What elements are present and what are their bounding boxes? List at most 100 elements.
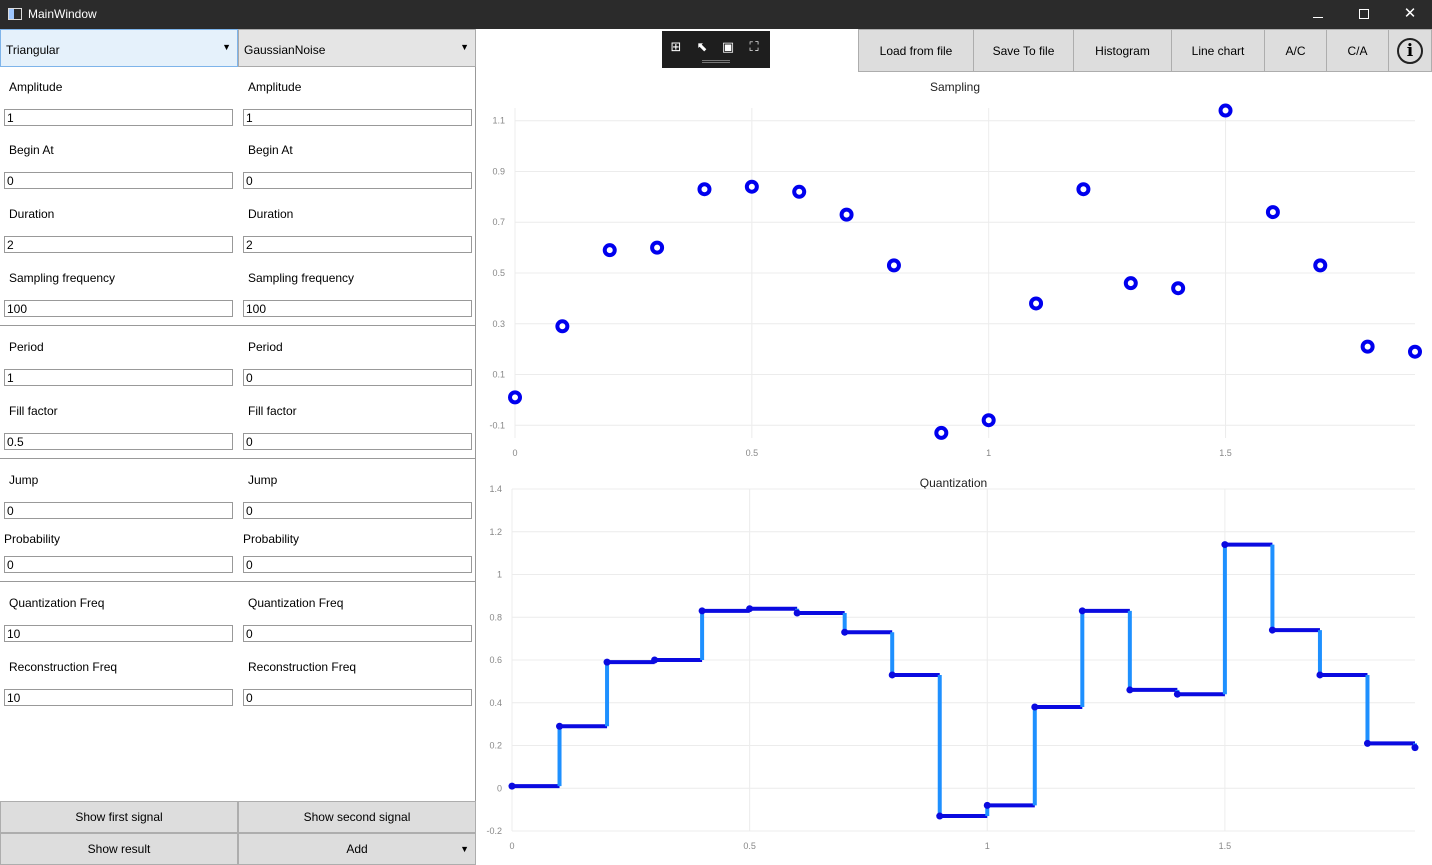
jump-field-1[interactable]: 0 <box>4 502 233 519</box>
duration-label-1: Duration <box>9 207 55 221</box>
minimize-button[interactable] <box>1295 0 1341 29</box>
quantization-freq-field-1[interactable]: 10 <box>4 625 233 642</box>
data-point <box>839 207 854 222</box>
minimize-icon <box>1313 17 1323 18</box>
sampling-chart: Sampling 0 0.5 1 1.5 -0.1 0.1 0.3 0.5 0.7 0.9 1.1 <box>489 80 1422 458</box>
chart-tool-palette: ⊞ ⬉ ▣ ⛶ <box>662 31 770 68</box>
data-point <box>508 782 516 790</box>
jump-field-2[interactable]: 0 <box>243 502 472 519</box>
x-tick-label: 1 <box>985 841 990 851</box>
y-tick-label: 0.3 <box>492 319 505 329</box>
info-button[interactable]: i <box>1388 29 1432 72</box>
line-chart-button[interactable]: Line chart <box>1171 29 1265 72</box>
duration-field-2[interactable]: 2 <box>243 236 472 253</box>
data-point <box>792 184 807 199</box>
sampling-frequency-label-2: Sampling frequency <box>248 271 355 285</box>
add-view-icon[interactable]: ⊞ <box>668 39 684 55</box>
palette-grip[interactable] <box>702 60 730 63</box>
maximize-button[interactable] <box>1341 0 1387 29</box>
reconstruction-freq-field-1[interactable]: 10 <box>4 689 233 706</box>
title-bar: MainWindow ✕ <box>0 0 1432 29</box>
fill-factor-field-2[interactable]: 0 <box>243 433 472 450</box>
period-label-2: Period <box>248 340 283 354</box>
save-to-file-button[interactable]: Save To file <box>973 29 1074 72</box>
chevron-down-icon: ▼ <box>222 42 231 52</box>
probability-field-1[interactable]: 0 <box>4 556 233 573</box>
data-point <box>793 609 801 617</box>
data-point <box>746 605 754 613</box>
fill-factor-label-2: Fill factor <box>248 404 297 418</box>
data-point <box>936 812 944 820</box>
probability-field-2[interactable]: 0 <box>243 556 472 573</box>
reset-view-icon[interactable]: ▣ <box>720 39 736 55</box>
jump-label-1: Jump <box>9 473 39 487</box>
signal-parameters-panel: Triangular ▼ GaussianNoise ▼ Amplitude A… <box>0 29 476 865</box>
data-point <box>1221 541 1229 549</box>
data-point <box>1029 296 1044 311</box>
data-point <box>1173 690 1181 698</box>
data-point <box>934 425 949 440</box>
show-first-signal-button[interactable]: Show first signal <box>0 801 238 833</box>
duration-field-1[interactable]: 2 <box>4 236 233 253</box>
begin-at-field-2[interactable]: 0 <box>243 172 472 189</box>
reconstruction-freq-label-2: Reconstruction Freq <box>248 660 357 674</box>
first-signal-type-value: Triangular <box>6 43 60 57</box>
y-tick-label: 0.6 <box>489 655 502 665</box>
x-tick-label: 0 <box>512 448 517 458</box>
x-tick-label: 0 <box>509 841 514 851</box>
close-button[interactable]: ✕ <box>1387 0 1432 29</box>
begin-at-label-1: Begin At <box>9 143 54 157</box>
jump-label-2: Jump <box>248 473 278 487</box>
data-point <box>1031 703 1039 711</box>
data-point <box>1411 744 1419 752</box>
y-tick-label: 0 <box>497 783 502 793</box>
select-cursor-icon[interactable]: ⬉ <box>694 39 710 55</box>
ac-button[interactable]: A/C <box>1264 29 1327 72</box>
begin-at-label-2: Begin At <box>248 143 293 157</box>
period-label-1: Period <box>9 340 44 354</box>
ca-button[interactable]: C/A <box>1326 29 1389 72</box>
maximize-icon <box>1359 9 1369 19</box>
second-signal-type-select[interactable]: GaussianNoise ▼ <box>238 29 476 67</box>
quantization-freq-field-2[interactable]: 0 <box>243 625 472 642</box>
data-point <box>1123 276 1138 291</box>
reconstruction-freq-field-2[interactable]: 0 <box>243 689 472 706</box>
data-point <box>555 319 570 334</box>
amplitude-field-1[interactable]: 1 <box>4 109 233 126</box>
sampling-frequency-field-1[interactable]: 100 <box>4 300 233 317</box>
operation-select[interactable]: Add ▼ <box>238 833 476 865</box>
x-tick-label: 1 <box>986 448 991 458</box>
data-point <box>1218 103 1233 118</box>
data-point <box>1316 671 1324 679</box>
sampling-frequency-field-2[interactable]: 100 <box>243 300 472 317</box>
y-tick-label: 0.9 <box>492 166 505 176</box>
app-window-icon <box>8 8 22 20</box>
data-point <box>1360 339 1375 354</box>
operation-value: Add <box>346 842 368 856</box>
begin-at-field-1[interactable]: 0 <box>4 172 233 189</box>
data-point <box>841 628 849 636</box>
y-tick-label: 1 <box>497 570 502 580</box>
period-field-2[interactable]: 0 <box>243 369 472 386</box>
histogram-button[interactable]: Histogram <box>1073 29 1172 72</box>
first-signal-type-select[interactable]: Triangular ▼ <box>0 29 238 67</box>
y-tick-label: 1.1 <box>492 116 505 126</box>
show-result-button[interactable]: Show result <box>0 833 238 865</box>
data-point <box>1313 258 1328 273</box>
amplitude-field-2[interactable]: 1 <box>243 109 472 126</box>
x-tick-label: 1.5 <box>1219 448 1232 458</box>
data-point <box>1408 344 1422 359</box>
show-second-signal-button[interactable]: Show second signal <box>238 801 476 833</box>
chevron-down-icon: ▼ <box>460 42 469 52</box>
duration-label-2: Duration <box>248 207 294 221</box>
data-point <box>603 658 611 666</box>
data-point <box>650 240 665 255</box>
load-from-file-button[interactable]: Load from file <box>858 29 974 72</box>
y-tick-label: 0.2 <box>489 741 502 751</box>
probability-label-1: Probability <box>4 532 61 546</box>
zoom-select-icon[interactable]: ⛶ <box>746 39 762 55</box>
period-field-1[interactable]: 1 <box>4 369 233 386</box>
fill-factor-field-1[interactable]: 0.5 <box>4 433 233 450</box>
data-point <box>1363 739 1371 747</box>
reconstruction-freq-label-1: Reconstruction Freq <box>9 660 118 674</box>
